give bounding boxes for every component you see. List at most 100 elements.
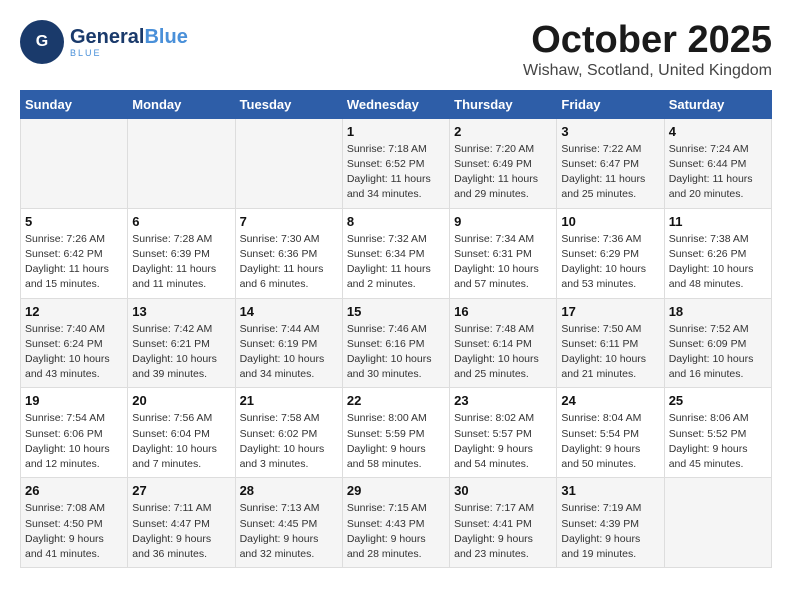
- calendar-cell: 12 Sunrise: 7:40 AMSunset: 6:24 PMDayligh…: [21, 298, 128, 388]
- day-info: Sunrise: 7:15 AMSunset: 4:43 PMDaylight:…: [347, 501, 445, 562]
- logo-general: General: [70, 26, 144, 48]
- location: Wishaw, Scotland, United Kingdom: [523, 62, 772, 80]
- calendar-cell: [128, 118, 235, 208]
- weekday-header-thursday: Thursday: [450, 90, 557, 118]
- logo-blue: Blue: [144, 26, 187, 48]
- calendar-cell: 21 Sunrise: 7:58 AMSunset: 6:02 PMDayligh…: [235, 388, 342, 478]
- day-number: 21: [240, 393, 338, 408]
- day-number: 30: [454, 483, 552, 498]
- calendar-week-row: 1Sunrise: 7:18 AMSunset: 6:52 PMDaylight…: [21, 118, 772, 208]
- day-info: Sunrise: 7:19 AMSunset: 4:39 PMDaylight:…: [561, 501, 659, 562]
- calendar-week-row: 5Sunrise: 7:26 AMSunset: 6:42 PMDaylight…: [21, 208, 772, 298]
- calendar-cell: 6 Sunrise: 7:28 AMSunset: 6:39 PMDaylight…: [128, 208, 235, 298]
- calendar-table: SundayMondayTuesdayWednesdayThursdayFrid…: [20, 90, 772, 568]
- calendar-cell: 18 Sunrise: 7:52 AMSunset: 6:09 PMDayligh…: [664, 298, 771, 388]
- day-number: 16: [454, 304, 552, 319]
- calendar-cell: 23 Sunrise: 8:02 AMSunset: 5:57 PMDayligh…: [450, 388, 557, 478]
- calendar-cell: 14 Sunrise: 7:44 AMSunset: 6:19 PMDayligh…: [235, 298, 342, 388]
- day-info: Sunrise: 7:48 AMSunset: 6:14 PMDaylight:…: [454, 322, 552, 383]
- day-number: 10: [561, 214, 659, 229]
- day-number: 15: [347, 304, 445, 319]
- calendar-cell: 20 Sunrise: 7:56 AMSunset: 6:04 PMDayligh…: [128, 388, 235, 478]
- day-number: 12: [25, 304, 123, 319]
- day-number: 27: [132, 483, 230, 498]
- day-info: Sunrise: 7:32 AMSunset: 6:34 PMDaylight:…: [347, 232, 445, 293]
- calendar-week-row: 26 Sunrise: 7:08 AMSunset: 4:50 PMDayligh…: [21, 478, 772, 568]
- day-number: 18: [669, 304, 767, 319]
- calendar-cell: 19 Sunrise: 7:54 AMSunset: 6:06 PMDayligh…: [21, 388, 128, 478]
- day-info: Sunrise: 7:28 AMSunset: 6:39 PMDaylight:…: [132, 232, 230, 293]
- day-info: Sunrise: 7:52 AMSunset: 6:09 PMDaylight:…: [669, 322, 767, 383]
- calendar-cell: 7 Sunrise: 7:30 AMSunset: 6:36 PMDaylight…: [235, 208, 342, 298]
- calendar-cell: 2Sunrise: 7:20 AMSunset: 6:49 PMDaylight…: [450, 118, 557, 208]
- day-info: Sunrise: 7:44 AMSunset: 6:19 PMDaylight:…: [240, 322, 338, 383]
- calendar-cell: 16 Sunrise: 7:48 AMSunset: 6:14 PMDayligh…: [450, 298, 557, 388]
- weekday-header-row: SundayMondayTuesdayWednesdayThursdayFrid…: [21, 90, 772, 118]
- calendar-cell: 11 Sunrise: 7:38 AMSunset: 6:26 PMDayligh…: [664, 208, 771, 298]
- calendar-cell: 17Sunrise: 7:50 AMSunset: 6:11 PMDayligh…: [557, 298, 664, 388]
- day-number: 11: [669, 214, 767, 229]
- day-info: Sunrise: 7:42 AMSunset: 6:21 PMDaylight:…: [132, 322, 230, 383]
- day-info: Sunrise: 8:06 AMSunset: 5:52 PMDaylight:…: [669, 411, 767, 472]
- calendar-cell: 4 Sunrise: 7:24 AMSunset: 6:44 PMDaylight…: [664, 118, 771, 208]
- title-block: October 2025 Wishaw, Scotland, United Ki…: [523, 20, 772, 80]
- day-info: Sunrise: 7:20 AMSunset: 6:49 PMDaylight:…: [454, 142, 552, 203]
- day-info: Sunrise: 7:50 AMSunset: 6:11 PMDaylight:…: [561, 322, 659, 383]
- weekday-header-wednesday: Wednesday: [342, 90, 449, 118]
- day-info: Sunrise: 7:17 AMSunset: 4:41 PMDaylight:…: [454, 501, 552, 562]
- day-info: Sunrise: 7:30 AMSunset: 6:36 PMDaylight:…: [240, 232, 338, 293]
- day-number: 14: [240, 304, 338, 319]
- day-number: 9: [454, 214, 552, 229]
- day-number: 29: [347, 483, 445, 498]
- day-info: Sunrise: 7:54 AMSunset: 6:06 PMDaylight:…: [25, 411, 123, 472]
- day-number: 7: [240, 214, 338, 229]
- day-number: 24: [561, 393, 659, 408]
- calendar-week-row: 12 Sunrise: 7:40 AMSunset: 6:24 PMDayligh…: [21, 298, 772, 388]
- day-number: 19: [25, 393, 123, 408]
- day-info: Sunrise: 7:40 AMSunset: 6:24 PMDaylight:…: [25, 322, 123, 383]
- day-number: 23: [454, 393, 552, 408]
- weekday-header-monday: Monday: [128, 90, 235, 118]
- day-info: Sunrise: 7:38 AMSunset: 6:26 PMDaylight:…: [669, 232, 767, 293]
- calendar-cell: 5Sunrise: 7:26 AMSunset: 6:42 PMDaylight…: [21, 208, 128, 298]
- day-info: Sunrise: 7:11 AMSunset: 4:47 PMDaylight:…: [132, 501, 230, 562]
- day-number: 26: [25, 483, 123, 498]
- day-number: 31: [561, 483, 659, 498]
- calendar-cell: 1Sunrise: 7:18 AMSunset: 6:52 PMDaylight…: [342, 118, 449, 208]
- page-header: G GeneralBlue BLUE October 2025 Wishaw, …: [20, 20, 772, 80]
- day-number: 5: [25, 214, 123, 229]
- day-info: Sunrise: 7:46 AMSunset: 6:16 PMDaylight:…: [347, 322, 445, 383]
- month-title: October 2025: [523, 20, 772, 62]
- day-info: Sunrise: 7:58 AMSunset: 6:02 PMDaylight:…: [240, 411, 338, 472]
- day-info: Sunrise: 7:08 AMSunset: 4:50 PMDaylight:…: [25, 501, 123, 562]
- day-number: 20: [132, 393, 230, 408]
- calendar-week-row: 19 Sunrise: 7:54 AMSunset: 6:06 PMDayligh…: [21, 388, 772, 478]
- calendar-cell: 30 Sunrise: 7:17 AMSunset: 4:41 PMDayligh…: [450, 478, 557, 568]
- calendar-cell: 13 Sunrise: 7:42 AMSunset: 6:21 PMDayligh…: [128, 298, 235, 388]
- calendar-cell: 31 Sunrise: 7:19 AMSunset: 4:39 PMDayligh…: [557, 478, 664, 568]
- calendar-cell: [235, 118, 342, 208]
- day-info: Sunrise: 7:13 AMSunset: 4:45 PMDaylight:…: [240, 501, 338, 562]
- calendar-cell: [664, 478, 771, 568]
- day-info: Sunrise: 7:56 AMSunset: 6:04 PMDaylight:…: [132, 411, 230, 472]
- day-number: 3: [561, 124, 659, 139]
- day-number: 25: [669, 393, 767, 408]
- calendar-cell: 27 Sunrise: 7:11 AMSunset: 4:47 PMDayligh…: [128, 478, 235, 568]
- day-number: 28: [240, 483, 338, 498]
- day-number: 4: [669, 124, 767, 139]
- day-info: Sunrise: 7:24 AMSunset: 6:44 PMDaylight:…: [669, 142, 767, 203]
- calendar-cell: 26 Sunrise: 7:08 AMSunset: 4:50 PMDayligh…: [21, 478, 128, 568]
- calendar-cell: 15 Sunrise: 7:46 AMSunset: 6:16 PMDayligh…: [342, 298, 449, 388]
- calendar-cell: 29 Sunrise: 7:15 AMSunset: 4:43 PMDayligh…: [342, 478, 449, 568]
- day-info: Sunrise: 8:02 AMSunset: 5:57 PMDaylight:…: [454, 411, 552, 472]
- day-info: Sunrise: 7:34 AMSunset: 6:31 PMDaylight:…: [454, 232, 552, 293]
- calendar-cell: 25 Sunrise: 8:06 AMSunset: 5:52 PMDayligh…: [664, 388, 771, 478]
- calendar-cell: 8 Sunrise: 7:32 AMSunset: 6:34 PMDaylight…: [342, 208, 449, 298]
- calendar-cell: [21, 118, 128, 208]
- day-number: 13: [132, 304, 230, 319]
- day-number: 8: [347, 214, 445, 229]
- day-info: Sunrise: 8:00 AMSunset: 5:59 PMDaylight:…: [347, 411, 445, 472]
- day-number: 6: [132, 214, 230, 229]
- day-number: 1: [347, 124, 445, 139]
- weekday-header-saturday: Saturday: [664, 90, 771, 118]
